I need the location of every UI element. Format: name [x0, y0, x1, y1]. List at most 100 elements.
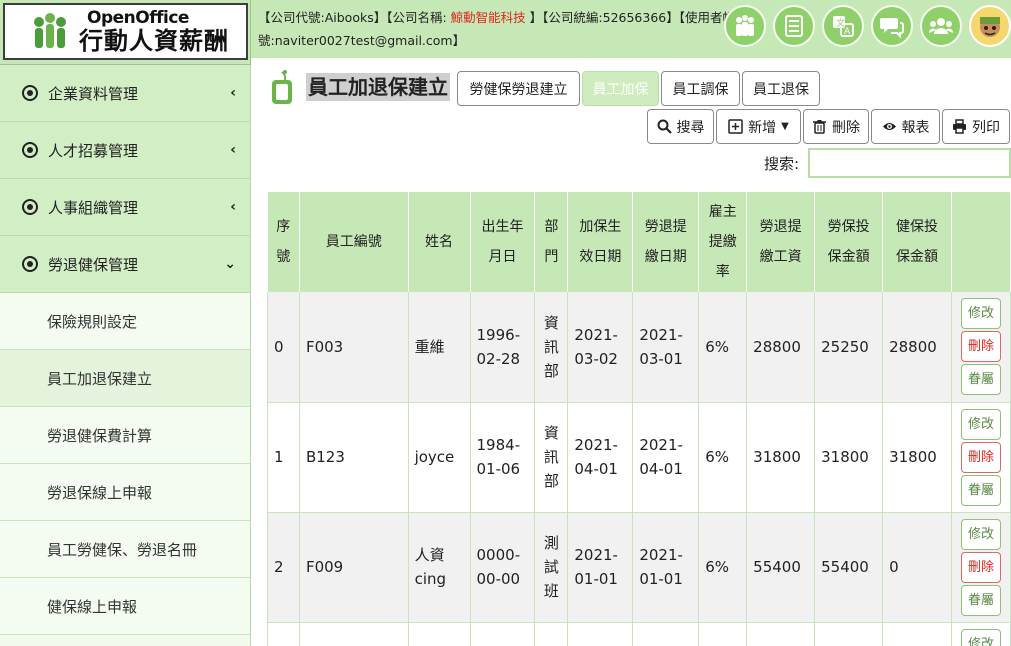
sidebar-item-online-report[interactable]: 勞退保線上申報: [0, 464, 250, 521]
logo-people-icon: [34, 12, 66, 48]
cell-name: joyce: [408, 402, 471, 513]
cell-pension-date: 2021-04-01: [632, 402, 700, 513]
people-icon[interactable]: [724, 5, 766, 47]
sidebar-item-health-report[interactable]: 健保線上申報: [0, 578, 250, 635]
tab-employee-adjust[interactable]: 員工調保: [661, 71, 740, 106]
cell-labor-amount: 25250: [814, 292, 884, 403]
cell-effective-date: 2021-03-02: [567, 292, 634, 403]
eye-icon: [882, 123, 896, 130]
delete-button[interactable]: 刪除: [803, 109, 869, 144]
cell-emp-id: F009: [299, 512, 409, 623]
cell-emp-id: F003: [299, 292, 409, 403]
header-employer-rate: 雇主提繳率: [698, 192, 748, 292]
company-name-label: 】【公司名稱:: [373, 10, 451, 25]
edit-button[interactable]: 修改: [961, 518, 1001, 550]
cell-no: 0: [267, 292, 300, 403]
tab-insurance-setup[interactable]: 勞健保勞退建立: [457, 71, 580, 106]
chat-icon[interactable]: [871, 5, 913, 47]
cell-empty: [814, 622, 884, 646]
cell-dept: 資訊部: [534, 402, 569, 513]
cell-dept: 資訊部: [534, 292, 569, 403]
add-button[interactable]: 新增 ▼: [716, 109, 801, 144]
search-label: 搜索:: [764, 155, 800, 173]
avatar[interactable]: [969, 5, 1011, 47]
sidebar-group-recruit[interactable]: 人才招募管理 ‹: [0, 122, 250, 179]
sidebar-group-label: 人事組織管理: [48, 198, 139, 217]
edit-button[interactable]: 修改: [961, 298, 1001, 330]
sidebar-item-employee-enroll[interactable]: 員工加退保建立: [0, 350, 250, 407]
cell-pension-date: 2021-01-01: [632, 512, 700, 623]
header-effective-date: 加保生效日期: [567, 192, 634, 292]
cell-labor-amount: 55400: [814, 512, 884, 623]
list-icon[interactable]: [773, 5, 815, 47]
radio-icon: [22, 256, 38, 272]
cell-empty: [632, 622, 700, 646]
cell-actions: 修改: [951, 622, 1011, 646]
delete-row-button[interactable]: 刪除: [961, 551, 1001, 583]
header-pension-wage: 勞退提繳工資: [746, 192, 816, 292]
delete-row-button[interactable]: 刪除: [961, 331, 1001, 363]
cell-actions: 修改 刪除 眷屬: [951, 292, 1011, 403]
sidebar-item-insurance-rules[interactable]: 保險規則設定: [0, 293, 250, 350]
header-actions: [951, 192, 1011, 292]
sidebar: 企業資料管理 ‹ 人才招募管理 ‹ 人事組織管理 ‹ 勞退健保管理 ⌄ 保險規則…: [0, 65, 251, 646]
tab-employee-enroll[interactable]: 員工加保: [582, 71, 659, 106]
caret-down-icon: ▼: [781, 121, 789, 132]
company-info: 【公司代號:Aibooks】【公司名稱: 鯨動智能科技 】【公司統編:52656…: [258, 6, 736, 52]
sidebar-item-roster[interactable]: 員工勞健保、勞退名冊: [0, 521, 250, 578]
enrollment-table: 序號 員工編號 姓名 出生年月日 部門 加保生效日期 勞退提繳日期 雇主提繳率 …: [267, 192, 1011, 646]
sidebar-group-company[interactable]: 企業資料管理 ‹: [0, 65, 250, 122]
chevron-left-icon: ‹: [230, 199, 236, 215]
header-name: 姓名: [408, 192, 471, 292]
sidebar-group-hr-org[interactable]: 人事組織管理 ‹: [0, 179, 250, 236]
cell-emp-id: B123: [299, 402, 409, 513]
report-button[interactable]: 報表: [871, 109, 940, 144]
cell-empty: [267, 622, 300, 646]
svg-text:A: A: [844, 27, 851, 37]
tab-employee-withdraw[interactable]: 員工退保: [742, 71, 820, 106]
cell-empty: [470, 622, 536, 646]
cell-pension-wage: 55400: [746, 512, 816, 623]
cell-rate: 6%: [698, 402, 748, 513]
sidebar-group-insurance[interactable]: 勞退健保管理 ⌄: [0, 236, 250, 293]
table-row-partial: 修改: [267, 622, 1011, 646]
chevron-down-icon: ⌄: [224, 256, 236, 272]
dependents-button[interactable]: 眷屬: [961, 364, 1001, 396]
edit-button[interactable]: 修改: [961, 408, 1001, 440]
edit-button[interactable]: 修改: [961, 628, 1001, 646]
radio-icon: [22, 142, 38, 158]
delete-row-button[interactable]: 刪除: [961, 441, 1001, 473]
cell-pension-date: 2021-03-01: [632, 292, 700, 403]
delete-button-label: 刪除: [832, 119, 860, 136]
cell-no: 2: [267, 512, 300, 623]
dependents-button[interactable]: 眷屬: [961, 584, 1001, 616]
add-button-label: 新增: [748, 119, 777, 136]
logo-area: OpenOffice 行動人資薪酬: [0, 0, 251, 65]
search-button[interactable]: 搜尋: [647, 109, 714, 144]
users-icon[interactable]: [920, 5, 962, 47]
cell-effective-date: 2021-01-01: [567, 512, 634, 623]
trash-icon: [813, 120, 826, 134]
table-row: 2 F009 人資cing 0000-00-00 測試班 2021-01-01 …: [267, 512, 1011, 623]
print-button[interactable]: 列印: [942, 109, 1010, 144]
cell-health-amount: 31800: [882, 402, 953, 513]
radio-icon: [22, 199, 38, 215]
sidebar-item-fee-calc[interactable]: 勞退健保費計算: [0, 407, 250, 464]
header-no: 序號: [267, 192, 300, 292]
cell-empty: [698, 622, 748, 646]
search-button-label: 搜尋: [676, 119, 705, 136]
table-row: 0 F003 重維 1996-02-28 資訊部 2021-03-02 2021…: [267, 292, 1011, 403]
cell-actions: 修改 刪除 眷屬: [951, 402, 1011, 513]
header-birth: 出生年月日: [470, 192, 536, 292]
cell-empty: [746, 622, 816, 646]
header-pension-date: 勞退提繳日期: [632, 192, 700, 292]
company-code: Aibooks: [324, 10, 374, 25]
logo-chinese-name: 行動人資薪酬: [79, 27, 229, 55]
dependents-button[interactable]: 眷屬: [961, 474, 1001, 506]
report-button-label: 報表: [901, 119, 930, 136]
logo[interactable]: OpenOffice 行動人資薪酬: [3, 3, 248, 60]
cell-no: 1: [267, 402, 300, 513]
search-input[interactable]: [808, 148, 1011, 178]
cell-effective-date: 2021-04-01: [567, 402, 634, 513]
translate-icon[interactable]: 文A: [822, 5, 864, 47]
